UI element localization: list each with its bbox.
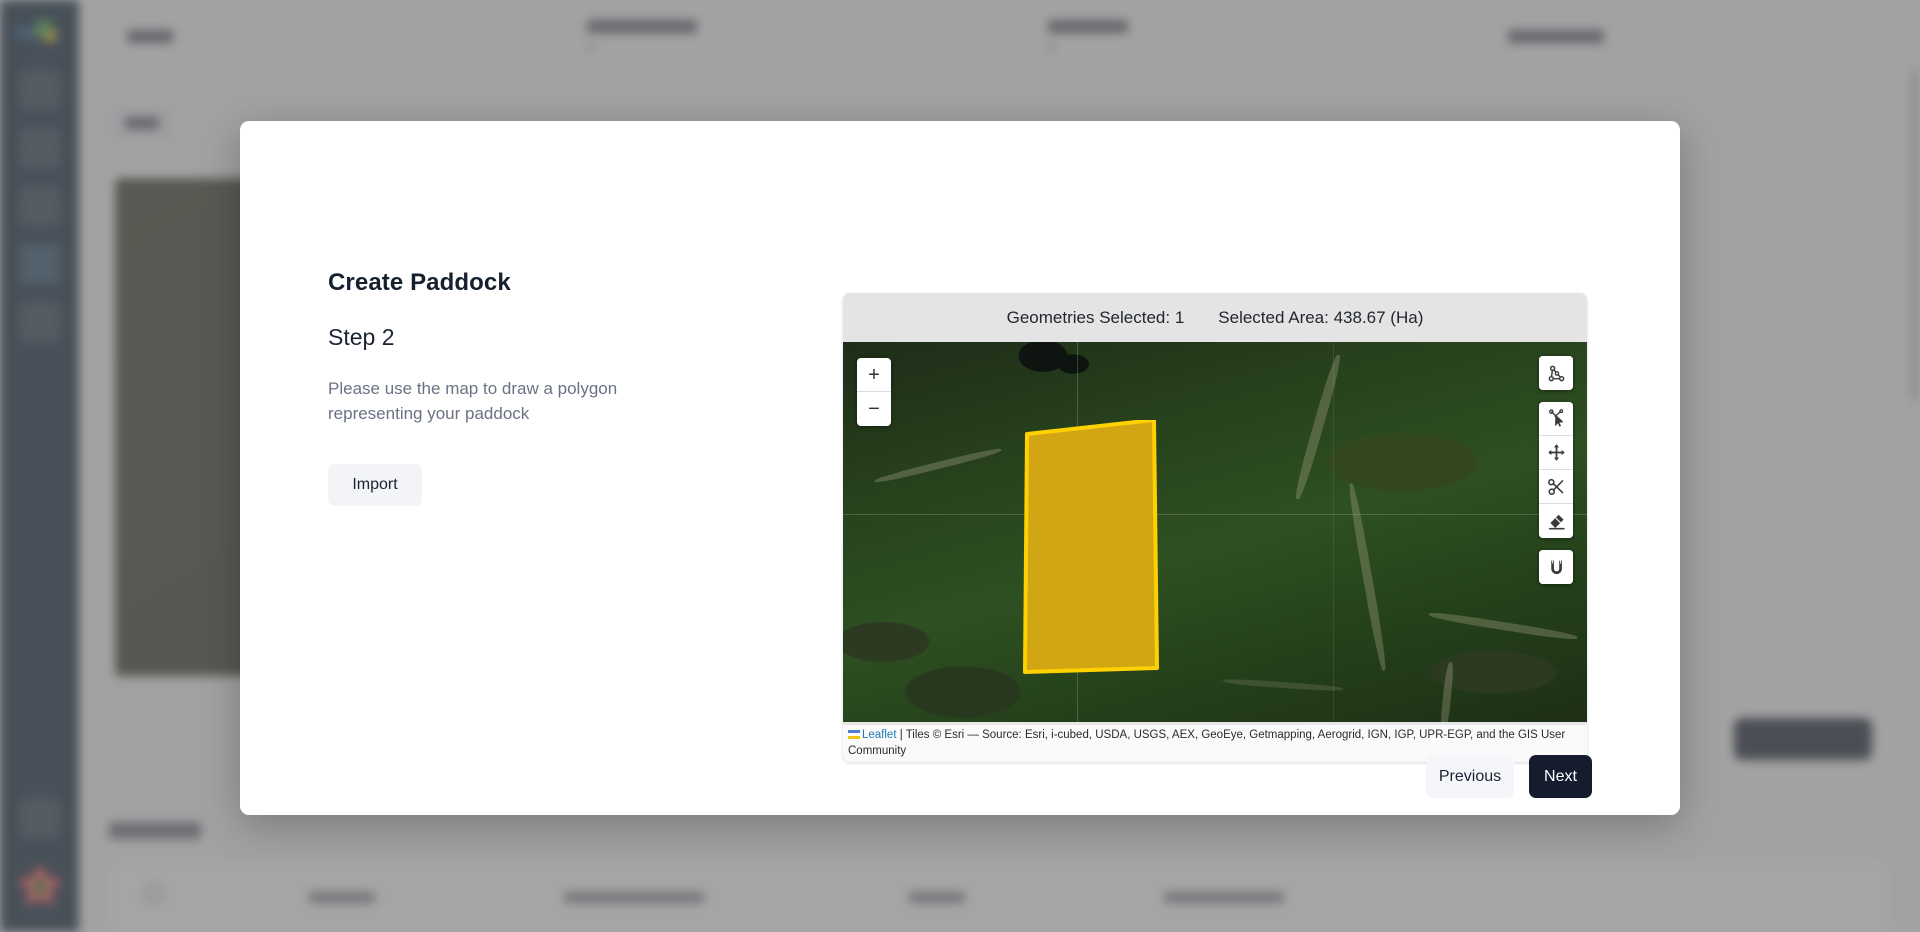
geometries-selected-label: Geometries Selected: 1 (1006, 307, 1185, 327)
map-attribution-text: | Tiles © Esri — Source: Esri, i-cubed, … (848, 728, 1566, 758)
zoom-out-button[interactable]: − (857, 392, 891, 426)
modal-footer: Previous Next (1426, 755, 1592, 798)
snap-tool-group (1539, 550, 1573, 584)
paddock-polygon[interactable] (1021, 420, 1161, 675)
edit-tool-group (1539, 402, 1573, 538)
map-texture-track-3 (1428, 610, 1578, 642)
map-gridline-h (843, 514, 1587, 515)
erase-geometry-icon[interactable] (1539, 504, 1573, 538)
map-info-bar: Geometries Selected: 1 Selected Area: 43… (843, 293, 1587, 342)
modal-body: Step 2 Please use the map to draw a poly… (328, 293, 1592, 815)
map-texture-track-5 (1439, 661, 1455, 722)
map-texture-track-6 (1222, 677, 1344, 693)
leaflet-link[interactable]: Leaflet (862, 729, 897, 741)
draw-polygon-icon[interactable] (1539, 356, 1573, 390)
draw-tool-group (1539, 356, 1573, 390)
next-button[interactable]: Next (1529, 755, 1592, 798)
map-panel: Geometries Selected: 1 Selected Area: 43… (843, 293, 1587, 762)
previous-button[interactable]: Previous (1426, 755, 1514, 798)
step-description: Please use the map to draw a polygon rep… (328, 379, 618, 423)
edit-vertices-icon[interactable] (1539, 402, 1573, 436)
modal-title: Create Paddock (328, 269, 511, 296)
map-zoom-controls[interactable]: + − (857, 358, 891, 426)
create-paddock-modal: Create Paddock Step 2 Please use the map… (240, 121, 1680, 815)
map-texture-track-1 (1292, 353, 1344, 501)
map-canvas[interactable]: + − (843, 342, 1587, 722)
map-gridline-v2 (1333, 342, 1334, 722)
leaflet-flag-icon (848, 729, 860, 739)
magnet-snap-icon[interactable] (1539, 550, 1573, 584)
zoom-in-button[interactable]: + (857, 358, 891, 392)
map-texture-track-4 (874, 446, 1002, 485)
modal-left-pane: Step 2 Please use the map to draw a poly… (328, 324, 768, 507)
map-texture-track-2 (1346, 482, 1389, 672)
move-geometry-icon[interactable] (1539, 436, 1573, 470)
map-draw-toolbar (1539, 356, 1573, 584)
selected-area-label: Selected Area: 438.67 (Ha) (1218, 307, 1424, 327)
import-button[interactable]: Import (328, 464, 422, 507)
cut-geometry-icon[interactable] (1539, 470, 1573, 504)
close-icon[interactable] (1624, 269, 1648, 293)
step-label: Step 2 (328, 324, 395, 350)
